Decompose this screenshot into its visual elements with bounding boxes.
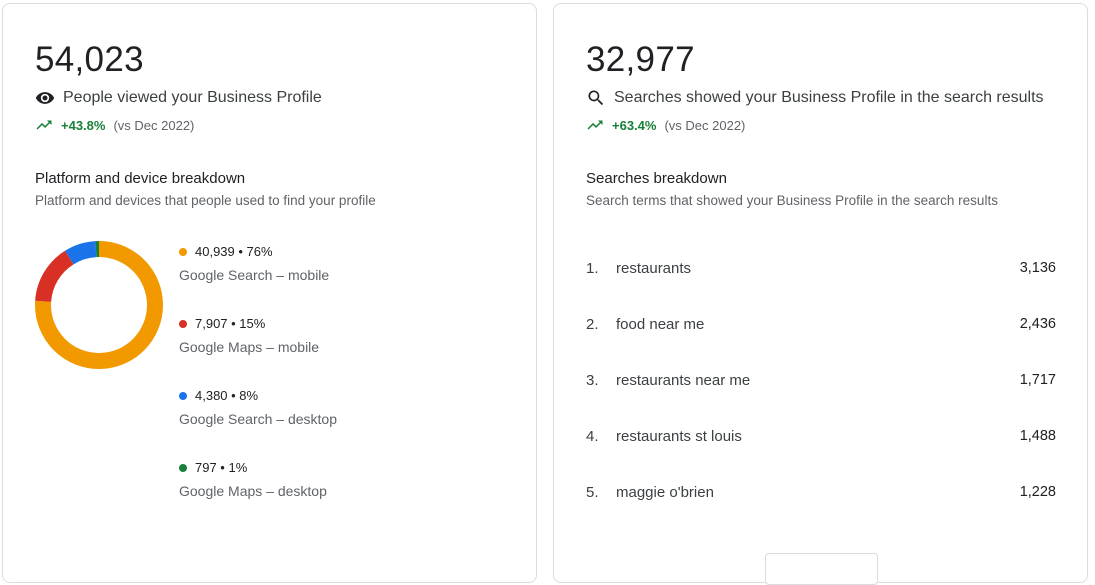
views-metric: People viewed your Business Profile	[35, 88, 322, 108]
searches-total: 32,977	[586, 40, 695, 79]
legend-item-search-mobile: 40,939 • 76% Google Search – mobile	[179, 244, 329, 283]
search-icon	[588, 90, 604, 106]
eye-icon	[35, 92, 55, 104]
searches-change: +63.4% (vs Dec 2022)	[586, 116, 745, 134]
searches-breakdown-subtitle: Search terms that showed your Business P…	[586, 193, 998, 208]
search-term-count: 1,717	[1019, 372, 1056, 388]
legend-label: Google Maps – mobile	[179, 339, 320, 355]
search-term-rank: 4.	[586, 428, 599, 445]
search-term-text: restaurants st louis	[616, 428, 742, 445]
search-term-row: 2. food near me 2,436	[586, 316, 1056, 333]
search-term-text: restaurants	[616, 260, 692, 277]
search-term-rank: 1.	[586, 260, 599, 277]
search-term-row: 5. maggie o'brien 1,228	[586, 484, 1056, 501]
search-term-count: 1,228	[1019, 484, 1056, 500]
searches-change-pct: +63.4%	[612, 117, 657, 133]
searches-change-vs: (vs Dec 2022)	[664, 117, 746, 133]
search-term-rank: 5.	[586, 484, 599, 501]
legend-item-maps-mobile: 7,907 • 15% Google Maps – mobile	[179, 316, 319, 355]
legend-dot	[179, 391, 187, 400]
legend-value: 40,939 • 76%	[195, 244, 273, 259]
legend-value: 797 • 1%	[195, 460, 248, 475]
legend-label: Google Search – desktop	[179, 411, 337, 427]
search-term-count: 1,488	[1019, 428, 1056, 444]
legend-dot	[179, 319, 187, 328]
search-term-rank: 3.	[586, 372, 599, 389]
see-more-button[interactable]	[765, 553, 878, 585]
views-change-pct: +43.8%	[61, 117, 106, 133]
search-term-row: 3. restaurants near me 1,717	[586, 372, 1056, 389]
search-term-count: 2,436	[1019, 316, 1056, 332]
platform-breakdown-subtitle: Platform and devices that people used to…	[35, 193, 376, 208]
legend-item-maps-desktop: 797 • 1% Google Maps – desktop	[179, 460, 327, 499]
trending-up-icon	[587, 120, 603, 130]
platform-breakdown-title: Platform and device breakdown	[35, 170, 246, 187]
views-change-vs: (vs Dec 2022)	[113, 117, 195, 133]
views-metric-label: People viewed your Business Profile	[63, 89, 322, 106]
views-total: 54,023	[35, 40, 144, 79]
legend-dot	[179, 463, 187, 472]
legend-value: 7,907 • 15%	[195, 316, 266, 331]
platform-donut-chart	[35, 241, 163, 369]
search-term-count: 3,136	[1019, 260, 1056, 276]
legend-item-search-desktop: 4,380 • 8% Google Search – desktop	[179, 388, 337, 427]
searches-breakdown-title: Searches breakdown	[586, 170, 727, 187]
views-card: 54,023 People viewed your Business Profi…	[2, 3, 537, 583]
legend-label: Google Search – mobile	[179, 267, 330, 283]
views-change: +43.8% (vs Dec 2022)	[35, 116, 194, 134]
search-term-text: restaurants near me	[616, 372, 751, 389]
search-term-text: food near me	[616, 316, 705, 333]
legend-value: 4,380 • 8%	[195, 388, 259, 403]
legend-label: Google Maps – desktop	[179, 483, 327, 499]
trending-up-icon	[36, 120, 52, 130]
legend-dot	[179, 247, 187, 256]
searches-metric-label: Searches showed your Business Profile in…	[614, 89, 1044, 106]
searches-metric: Searches showed your Business Profile in…	[586, 88, 1044, 108]
searches-card: 32,977 Searches showed your Business Pro…	[553, 3, 1088, 585]
search-term-row: 4. restaurants st louis 1,488	[586, 428, 1056, 445]
search-term-rank: 2.	[586, 316, 599, 333]
search-term-row: 1. restaurants 3,136	[586, 260, 1056, 277]
search-term-text: maggie o'brien	[616, 484, 714, 501]
